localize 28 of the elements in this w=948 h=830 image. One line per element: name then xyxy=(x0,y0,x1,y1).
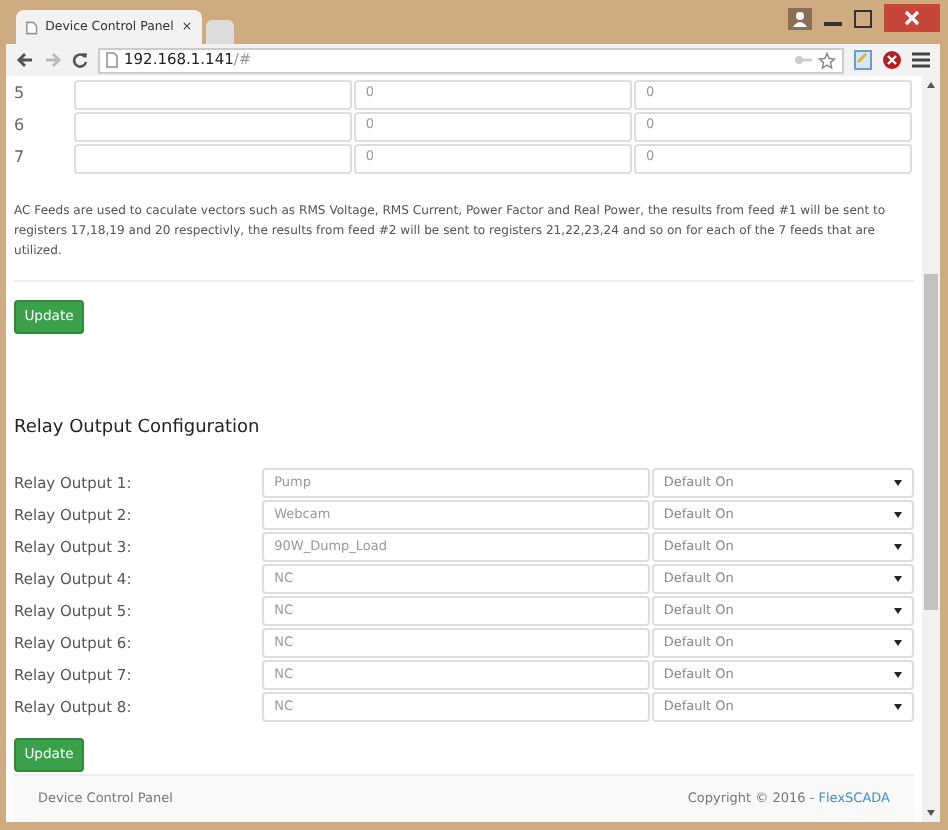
row-label: 7 xyxy=(14,146,27,170)
input-field[interactable] xyxy=(73,111,352,141)
input-field[interactable] xyxy=(73,79,352,109)
menu-icon[interactable] xyxy=(912,52,930,68)
scrollbar[interactable] xyxy=(922,76,940,822)
caret-icon xyxy=(894,576,902,582)
close-window-icon[interactable] xyxy=(884,4,940,32)
section-heading: Relay Output Configuration xyxy=(14,416,262,442)
caret-icon xyxy=(894,608,902,614)
star-icon[interactable] xyxy=(818,51,836,69)
page-icon xyxy=(26,19,38,35)
caret-icon xyxy=(894,640,902,646)
caret-icon xyxy=(894,704,902,710)
caret-icon xyxy=(894,512,902,518)
reload-icon[interactable] xyxy=(72,52,88,68)
maximize-icon[interactable] xyxy=(854,9,872,27)
row-label: 5 xyxy=(14,82,27,106)
caret-icon xyxy=(894,672,902,678)
back-icon[interactable] xyxy=(16,52,34,68)
page-icon xyxy=(106,52,118,68)
input-field[interactable] xyxy=(73,143,352,173)
caret-icon xyxy=(894,544,902,550)
row-label: 6 xyxy=(14,114,27,138)
scroll-up-icon[interactable] xyxy=(926,80,936,90)
caret-icon xyxy=(894,480,902,486)
extension-icon[interactable] xyxy=(882,50,902,70)
user-icon[interactable] xyxy=(788,7,812,29)
scroll-down-icon[interactable] xyxy=(926,808,936,818)
